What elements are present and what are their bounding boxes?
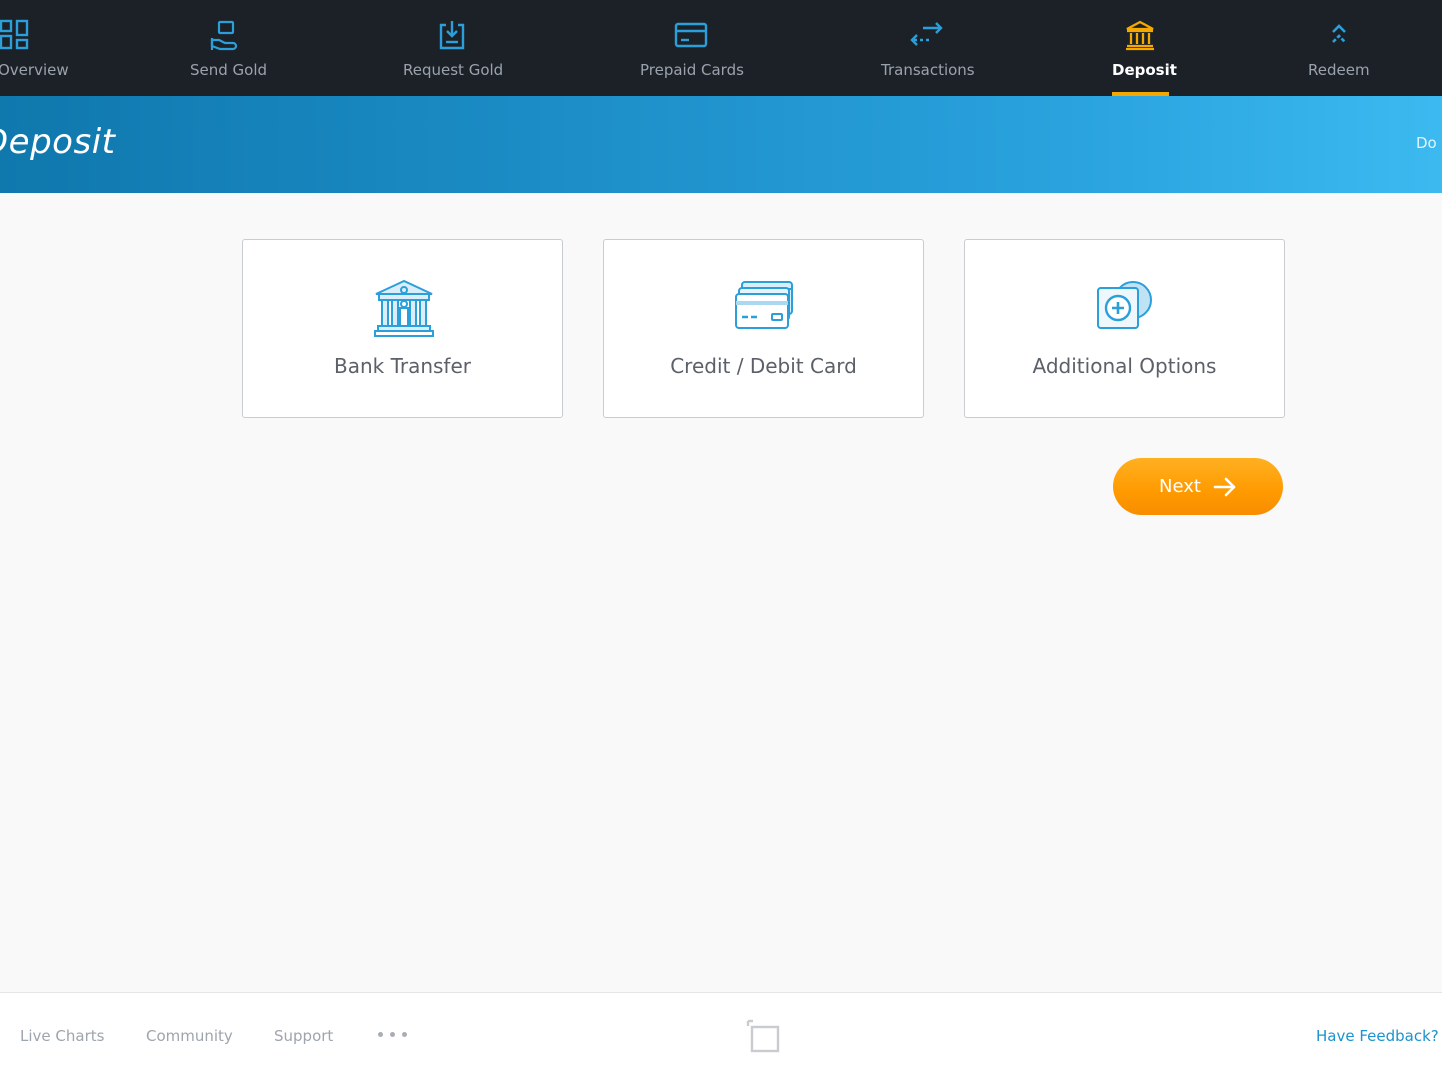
bank-building-icon (373, 278, 435, 340)
footer-link-community[interactable]: Community (146, 1027, 233, 1045)
arrow-right-icon (1213, 476, 1237, 498)
option-credit-debit-card[interactable]: Credit / Debit Card (603, 239, 924, 418)
banner-right-text: Do y (1416, 134, 1442, 152)
nav-item-redeem[interactable]: Redeem (1300, 0, 1378, 96)
next-button-label: Next (1159, 476, 1201, 497)
nav-label: Request Gold (403, 61, 504, 79)
footer-link-support[interactable]: Support (274, 1027, 333, 1045)
arrows-swap-icon (909, 18, 943, 52)
footer-link-live-charts[interactable]: Live Charts (20, 1027, 104, 1045)
hand-send-icon (209, 18, 243, 52)
more-dots-icon[interactable] (378, 1032, 407, 1037)
nav-item-prepaid-cards[interactable]: Prepaid Cards (630, 0, 752, 96)
nav-label: Prepaid Cards (640, 61, 744, 79)
next-button[interactable]: Next (1113, 458, 1283, 515)
option-label: Additional Options (1032, 354, 1217, 378)
nav-item-request-gold[interactable]: Request Gold (392, 0, 512, 96)
nav-label: Deposit (1112, 61, 1177, 79)
option-bank-transfer[interactable]: Bank Transfer (242, 239, 563, 418)
brand-logo-icon (746, 1019, 782, 1053)
grid-icon (0, 18, 32, 52)
have-feedback-link[interactable]: Have Feedback? (1316, 1027, 1439, 1045)
card-icon (674, 18, 708, 52)
add-circle-icon (1095, 278, 1157, 340)
option-label: Bank Transfer (333, 354, 471, 378)
nav-label: Redeem (1308, 61, 1370, 79)
download-request-icon (435, 18, 469, 52)
option-label: Credit / Debit Card (670, 354, 857, 378)
option-additional-options[interactable]: Additional Options (964, 239, 1285, 418)
page-title: Deposit (0, 122, 116, 162)
credit-cards-icon (734, 278, 796, 340)
chevrons-up-icon (1322, 18, 1356, 52)
top-navigation: Overview Send Gold Request Gold Prepaid … (0, 0, 1442, 96)
nav-item-transactions[interactable]: Transactions (870, 0, 984, 96)
nav-label: Transactions (881, 61, 975, 79)
footer: Live Charts Community Support Have Feedb… (0, 992, 1442, 1080)
nav-item-deposit[interactable]: Deposit (1106, 0, 1177, 96)
page-header-banner: Deposit Do y (0, 96, 1442, 193)
bank-icon (1123, 18, 1157, 52)
nav-label: Send Gold (190, 61, 268, 79)
nav-label: Overview (0, 61, 69, 79)
nav-item-send-gold[interactable]: Send Gold (176, 0, 276, 96)
nav-item-overview[interactable]: Overview (0, 0, 70, 96)
